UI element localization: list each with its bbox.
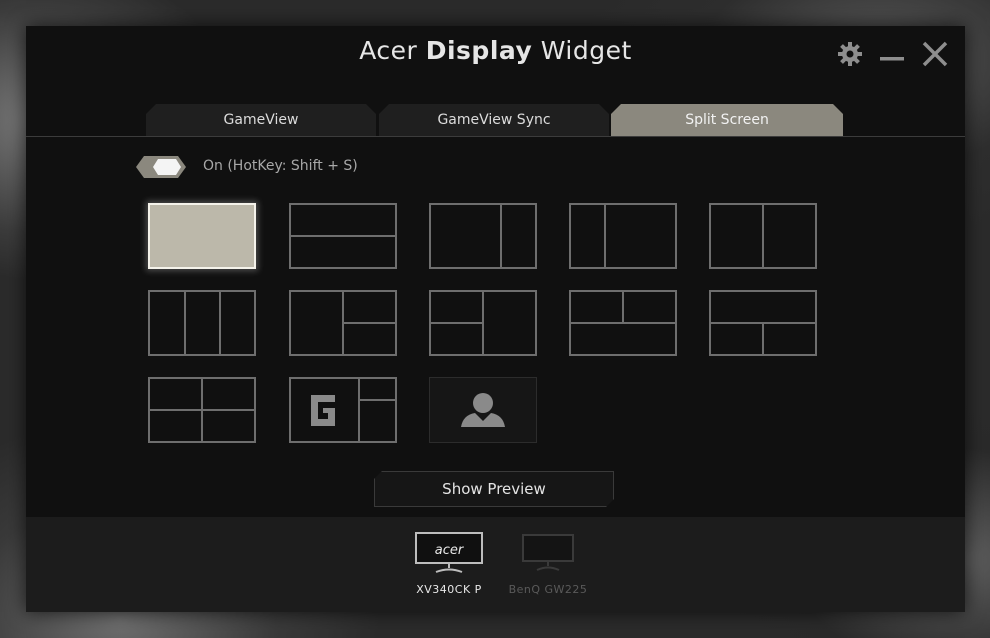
title-prefix: Acer (359, 36, 418, 65)
layout-left-split-right[interactable] (429, 290, 537, 356)
monitor-icon (522, 534, 574, 571)
layout-top-bottom-split[interactable] (709, 290, 817, 356)
layout-narrow-left-large-right[interactable] (569, 203, 677, 269)
layout-quad[interactable] (148, 377, 256, 443)
monitor-label: BenQ GW225 (508, 583, 588, 596)
close-icon[interactable] (921, 40, 949, 68)
monitor-icon: acer (415, 532, 483, 573)
acer-logo: acer (435, 543, 465, 558)
gear-icon[interactable] (836, 40, 864, 68)
layout-single[interactable] (148, 203, 256, 269)
layout-three-columns[interactable] (148, 290, 256, 356)
monitor-label: XV340CK P (416, 583, 482, 596)
tab-gameview[interactable]: GameView (146, 104, 376, 136)
tab-divider (26, 136, 965, 137)
tab-split-screen[interactable]: Split Screen (611, 104, 843, 136)
show-preview-button[interactable]: Show Preview (374, 471, 614, 507)
tab-gameview-sync[interactable]: GameView Sync (379, 104, 609, 136)
layout-gameview-split[interactable] (289, 377, 397, 443)
layout-person[interactable] (429, 377, 537, 443)
app-window: Acer Display Widget GameView GameView Sy… (26, 26, 965, 612)
monitor-xv340ck[interactable]: acer XV340CK P (404, 531, 494, 596)
toggle-label: On (HotKey: Shift + S) (203, 158, 358, 174)
layout-large-left-narrow-right[interactable] (429, 203, 537, 269)
title-suffix: Widget (540, 36, 632, 65)
layout-top-split-bottom[interactable] (569, 290, 677, 356)
monitor-benq[interactable]: BenQ GW225 (503, 531, 593, 596)
title-bold: Display (425, 36, 533, 65)
title-bar: Acer Display Widget (26, 26, 965, 106)
layout-two-columns[interactable] (709, 203, 817, 269)
gameview-g-icon (311, 395, 335, 426)
app-title: Acer Display Widget (26, 36, 965, 65)
layout-left-right-split[interactable] (289, 290, 397, 356)
split-screen-toggle[interactable] (136, 156, 186, 178)
minimize-icon[interactable] (878, 40, 906, 68)
monitor-bar: acer XV340CK P BenQ GW225 (26, 517, 965, 612)
layout-two-rows[interactable] (289, 203, 397, 269)
